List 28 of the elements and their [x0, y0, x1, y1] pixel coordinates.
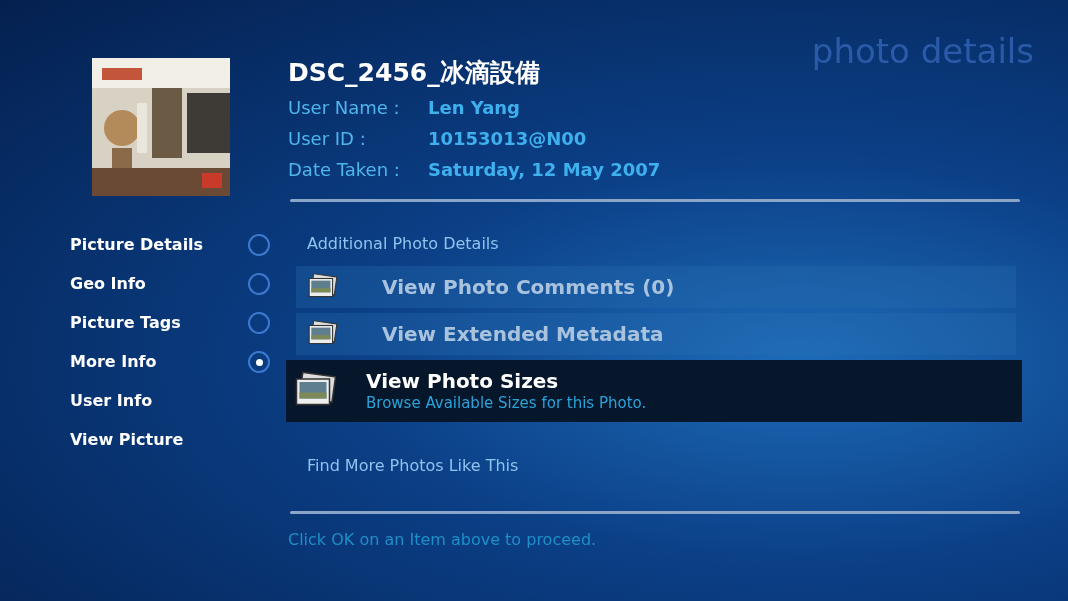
action-item[interactable]: View Extended Metadata	[296, 313, 1016, 355]
field-label: User Name :	[288, 96, 401, 120]
action-item[interactable]: View Photo Sizes Browse Available Sizes for this Photo.	[286, 360, 1022, 422]
sidebar-item[interactable]: Picture Tags	[70, 311, 181, 335]
field-value: Saturday, 12 May 2007	[428, 158, 661, 182]
sidebar-item[interactable]: User Info	[70, 389, 153, 413]
field-value: Len Yang	[428, 96, 520, 120]
radio-button[interactable]	[248, 351, 270, 373]
sidebar-item[interactable]: View Picture	[70, 428, 184, 452]
sidebar-item[interactable]: Picture Details	[70, 233, 204, 257]
radio-button[interactable]	[248, 273, 270, 295]
action-title: View Photo Sizes	[366, 369, 560, 393]
action-description: Browse Available Sizes for this Photo.	[366, 393, 647, 413]
photo-title: DSC_2456_冰滴設備	[288, 57, 541, 89]
action-title: View Photo Comments (0)	[382, 274, 675, 301]
field-value: 10153013@N00	[428, 127, 587, 151]
field-label: Date Taken :	[288, 158, 401, 182]
hint-text: Click OK on an Item above to proceed.	[288, 529, 598, 551]
find-more-link[interactable]: Find More Photos Like This	[307, 454, 1020, 478]
radio-button[interactable]	[248, 234, 270, 256]
field-label: User ID :	[288, 127, 367, 151]
action-title: View Extended Metadata	[382, 321, 664, 348]
action-item[interactable]: View Photo Comments (0)	[296, 266, 1016, 308]
section-heading: Additional Photo Details	[307, 233, 500, 255]
radio-button[interactable]	[248, 312, 270, 334]
sidebar-item[interactable]: Geo Info	[70, 272, 146, 296]
sidebar-item[interactable]: More Info	[70, 350, 157, 374]
screen-title: photo details	[811, 30, 1034, 73]
